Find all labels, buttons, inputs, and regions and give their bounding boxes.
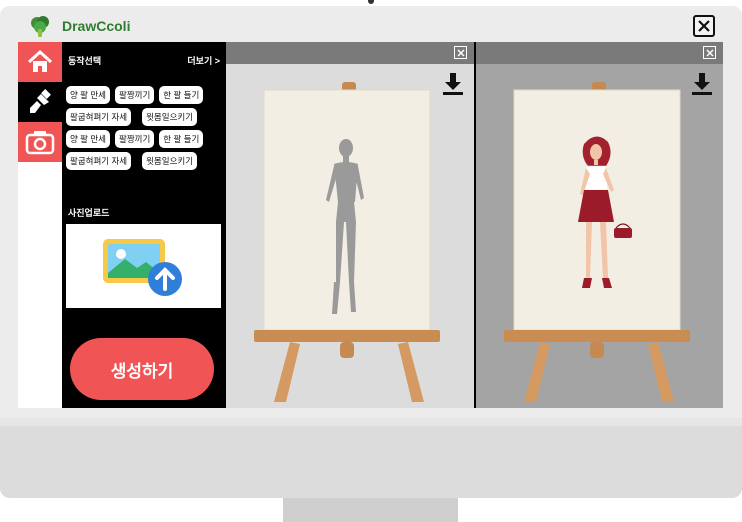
viewer-fashion xyxy=(476,42,723,408)
pose-chip[interactable]: 팔굽혀펴기 자세 xyxy=(66,152,132,170)
panel-header: 동작선택 더보기 > xyxy=(68,54,220,67)
home-icon xyxy=(27,49,53,72)
pose-chip[interactable]: 팔짱끼기 xyxy=(115,130,155,148)
pose-chip[interactable]: 한 팔 들기 xyxy=(159,86,204,104)
title-bar: DrawCcoli xyxy=(18,12,723,40)
pose-chip-group-1: 양 팔 만세 팔짱끼기 한 팔 들기 팔굽혀펴기 자세 윗몸일으키기 xyxy=(66,86,224,126)
viewer-toolbar xyxy=(476,42,723,64)
pose-chip-group-2: 양 팔 만세 팔짱끼기 한 팔 들기 팔굽혀펴기 자세 윗몸일으키기 xyxy=(66,130,224,170)
broccoli-logo-icon xyxy=(31,16,49,37)
app-window: 동작선택 더보기 > 양 팔 만세 팔짱끼기 한 팔 들기 팔굽혀펴기 자세 윗… xyxy=(18,42,723,408)
download-icon[interactable] xyxy=(691,72,713,96)
pose-chip[interactable]: 양 팔 만세 xyxy=(66,86,111,104)
camera-icon xyxy=(25,131,55,155)
viewer-mannequin xyxy=(226,42,474,408)
pose-chip[interactable]: 팔굽혀펴기 자세 xyxy=(66,108,132,126)
close-box-icon[interactable] xyxy=(703,46,716,59)
brush-icon xyxy=(30,89,51,113)
easel-canvas xyxy=(254,82,440,402)
nav-camera-button[interactable] xyxy=(18,122,62,162)
more-link[interactable]: 더보기 > xyxy=(187,54,220,67)
generate-button[interactable]: 생성하기 xyxy=(70,338,214,400)
pose-chip[interactable]: 양 팔 만세 xyxy=(66,130,111,148)
monitor: DrawCcoli 동작선택 더보기 > 양 팔 만세 팔짱끼기 한 팔 들기 … xyxy=(0,6,742,498)
section-title: 동작선택 xyxy=(68,56,102,66)
control-panel: 동작선택 더보기 > 양 팔 만세 팔짱끼기 한 팔 들기 팔굽혀펴기 자세 윗… xyxy=(62,42,225,408)
image-upload-icon xyxy=(102,239,182,296)
side-nav xyxy=(18,42,62,408)
upload-label: 사진업로드 xyxy=(68,208,110,218)
viewer-toolbar xyxy=(226,42,474,64)
pose-chip[interactable]: 팔짱끼기 xyxy=(115,86,155,104)
download-icon[interactable] xyxy=(442,72,464,96)
nav-home-button[interactable] xyxy=(18,42,62,82)
nav-brush-button[interactable] xyxy=(18,82,62,122)
pose-chip[interactable]: 윗몸일으키기 xyxy=(142,108,198,126)
close-box-icon[interactable] xyxy=(454,46,467,59)
monitor-chin xyxy=(0,426,742,498)
easel-canvas xyxy=(504,82,690,402)
upload-dropzone[interactable] xyxy=(66,224,221,308)
desktop-stage: DrawCcoli 동작선택 더보기 > 양 팔 만세 팔짱끼기 한 팔 들기 … xyxy=(0,0,742,522)
pose-chip[interactable]: 한 팔 들기 xyxy=(159,130,204,148)
monitor-stand xyxy=(283,498,458,522)
app-title: DrawCcoli xyxy=(62,18,131,34)
pose-chip[interactable]: 윗몸일으키기 xyxy=(142,152,198,170)
close-icon[interactable] xyxy=(693,15,715,37)
camera-notch xyxy=(368,0,374,4)
